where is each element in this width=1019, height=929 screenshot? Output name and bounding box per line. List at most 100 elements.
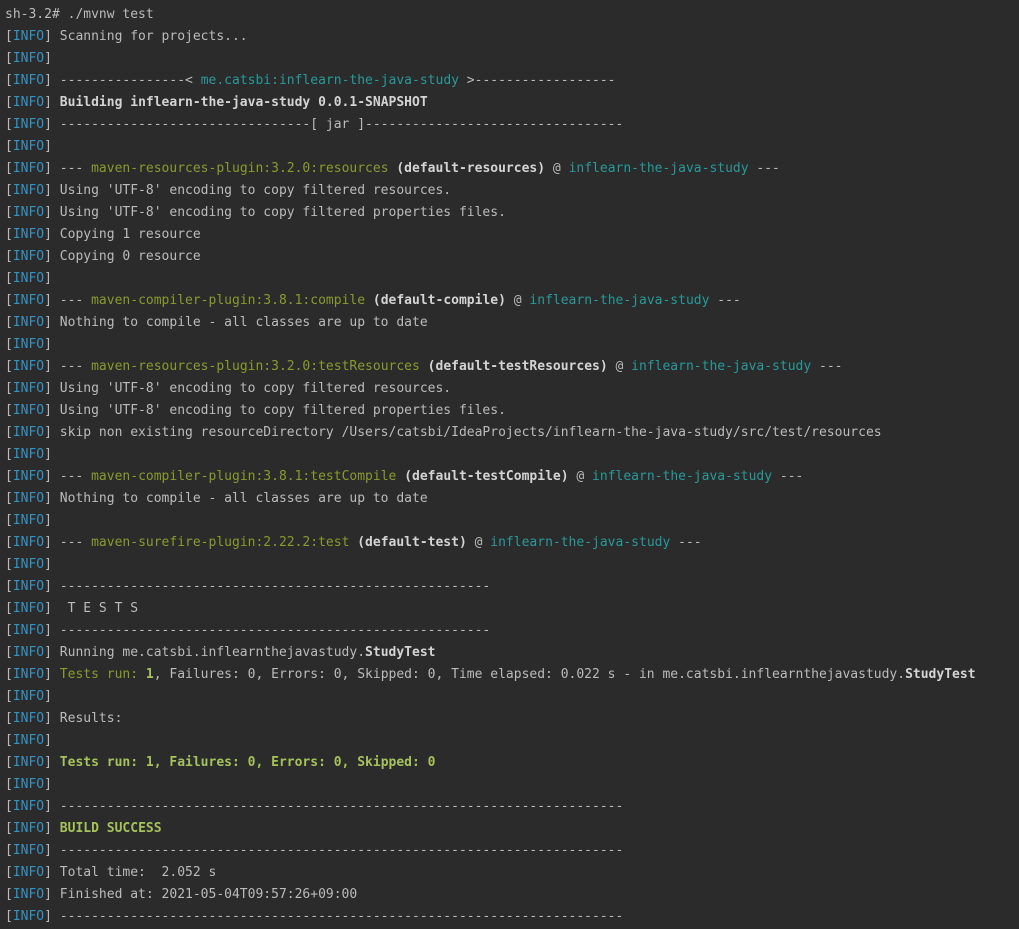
terminal-line: [INFO] Total time: 2.052 s <box>5 862 1019 884</box>
terminal-text: Tests run: <box>59 667 146 682</box>
terminal-text: maven-resources-plugin:3.2.0:testResourc… <box>91 359 420 374</box>
log-level-tag: INFO <box>12 491 45 506</box>
terminal-text: , Failures: 0, Errors: 0, Skipped: 0, Ti… <box>153 667 906 682</box>
terminal-line: [INFO] --- maven-compiler-plugin:3.8.1:t… <box>5 466 1019 488</box>
terminal-text: [ <box>5 513 13 528</box>
terminal-text: [ <box>5 359 13 374</box>
log-level-tag: INFO <box>12 51 45 66</box>
terminal-line: [INFO] T E S T S <box>5 598 1019 620</box>
terminal-text: StudyTest <box>905 667 976 682</box>
terminal-line: [INFO] --------------------------------[… <box>5 114 1019 136</box>
terminal-text: ] <box>44 51 52 66</box>
terminal-text: ] Running me.catsbi.inflearnthejavastudy… <box>44 645 366 660</box>
log-level-tag: INFO <box>12 777 45 792</box>
terminal-text: inflearn-the-java-study <box>631 359 812 374</box>
terminal-text: [ <box>5 337 13 352</box>
terminal-text: ] <box>44 447 52 462</box>
log-level-tag: INFO <box>12 667 45 682</box>
terminal-line: [INFO] <box>5 136 1019 158</box>
terminal-text: [ <box>5 293 13 308</box>
terminal-line: [INFO] ---------------------------------… <box>5 840 1019 862</box>
terminal-text: [ <box>5 469 13 484</box>
terminal-line: [INFO] Tests run: 1, Failures: 0, Errors… <box>5 664 1019 686</box>
log-level-tag: INFO <box>12 227 45 242</box>
terminal-line: [INFO] <box>5 554 1019 576</box>
terminal-text: [ <box>5 205 13 220</box>
terminal-text: ] <box>44 689 52 704</box>
terminal-text: ] --------------------------------------… <box>44 909 624 924</box>
terminal-text: 1 <box>145 667 154 682</box>
terminal-text: [ <box>5 689 13 704</box>
terminal-text: ] Using 'UTF-8' encoding to copy filtere… <box>44 381 452 396</box>
terminal-text: [ <box>5 95 13 110</box>
log-level-tag: INFO <box>12 513 45 528</box>
terminal-text: sh-3.2# ./mvnw test <box>5 7 154 22</box>
terminal-text: [ <box>5 161 13 176</box>
terminal-line: [INFO] ---------------------------------… <box>5 906 1019 928</box>
terminal-text: @ <box>505 293 530 308</box>
terminal-text: ] Results: <box>44 711 123 726</box>
terminal-text: [ <box>5 865 13 880</box>
terminal-text: ] <box>44 95 60 110</box>
terminal-text: @ <box>466 535 491 550</box>
log-level-tag: INFO <box>12 271 45 286</box>
terminal-text: [ <box>5 799 13 814</box>
terminal-line: [INFO] Results: <box>5 708 1019 730</box>
terminal-text: [ <box>5 733 13 748</box>
terminal-text: maven-compiler-plugin:3.8.1:testCompile <box>91 469 397 484</box>
terminal-line: [INFO] <box>5 268 1019 290</box>
terminal-text: ] --------------------------------------… <box>44 579 491 594</box>
terminal-text: @ <box>545 161 569 176</box>
terminal-text: [ <box>5 645 13 660</box>
log-level-tag: INFO <box>12 865 45 880</box>
terminal-line: [INFO] --- maven-compiler-plugin:3.8.1:c… <box>5 290 1019 312</box>
terminal-text: Tests run: 1, Failures: 0, Errors: 0, Sk… <box>59 755 436 770</box>
terminal-line: [INFO] Copying 0 resource <box>5 246 1019 268</box>
terminal-output[interactable]: sh-3.2# ./mvnw test [INFO] Scanning for p… <box>0 0 1019 929</box>
terminal-text: ] <box>44 755 60 770</box>
terminal-text: ] Scanning for projects... <box>44 29 248 44</box>
terminal-text: ] Copying 0 resource <box>44 249 201 264</box>
terminal-line: [INFO] Copying 1 resource <box>5 224 1019 246</box>
terminal-line: [INFO] ----------------< me.catsbi:infle… <box>5 70 1019 92</box>
terminal-text: --- <box>670 535 702 550</box>
terminal-text: inflearn-the-java-study <box>529 293 710 308</box>
terminal-text: ] Nothing to compile - all classes are u… <box>44 315 428 330</box>
terminal-text: (default-testResources) <box>427 359 608 374</box>
terminal-text: [ <box>5 535 13 550</box>
terminal-text: Building inflearn-the-java-study 0.0.1-S… <box>59 95 428 110</box>
terminal-text: ] skip non existing resourceDirectory /U… <box>44 425 882 440</box>
terminal-text: ] Copying 1 resource <box>44 227 201 242</box>
terminal-line: [INFO] Finished at: 2021-05-04T09:57:26+… <box>5 884 1019 906</box>
terminal-line: [INFO] skip non existing resourceDirecto… <box>5 422 1019 444</box>
log-level-tag: INFO <box>12 645 45 660</box>
terminal-text: (default-resources) <box>396 161 546 176</box>
terminal-text: [ <box>5 909 13 924</box>
terminal-text: [ <box>5 711 13 726</box>
log-level-tag: INFO <box>12 381 45 396</box>
terminal-line: [INFO] Tests run: 1, Failures: 0, Errors… <box>5 752 1019 774</box>
log-level-tag: INFO <box>12 403 45 418</box>
terminal-text: [ <box>5 249 13 264</box>
terminal-text: [ <box>5 183 13 198</box>
terminal-text: [ <box>5 117 13 132</box>
terminal-text: ] --- <box>44 293 92 308</box>
terminal-line: [INFO] ---------------------------------… <box>5 796 1019 818</box>
log-level-tag: INFO <box>12 315 45 330</box>
log-level-tag: INFO <box>12 843 45 858</box>
terminal-line: [INFO] --- maven-surefire-plugin:2.22.2:… <box>5 532 1019 554</box>
terminal-text: [ <box>5 447 13 462</box>
log-level-tag: INFO <box>12 601 45 616</box>
terminal-text: ] --- <box>44 161 92 176</box>
log-level-tag: INFO <box>12 249 45 264</box>
terminal-text: ] Using 'UTF-8' encoding to copy filtere… <box>44 205 506 220</box>
log-level-tag: INFO <box>12 337 45 352</box>
terminal-text: --- <box>811 359 843 374</box>
terminal-text: StudyTest <box>365 645 436 660</box>
terminal-text: ] Nothing to compile - all classes are u… <box>44 491 428 506</box>
log-level-tag: INFO <box>12 73 45 88</box>
log-level-tag: INFO <box>12 887 45 902</box>
terminal-text: @ <box>607 359 632 374</box>
log-level-tag: INFO <box>12 557 45 572</box>
